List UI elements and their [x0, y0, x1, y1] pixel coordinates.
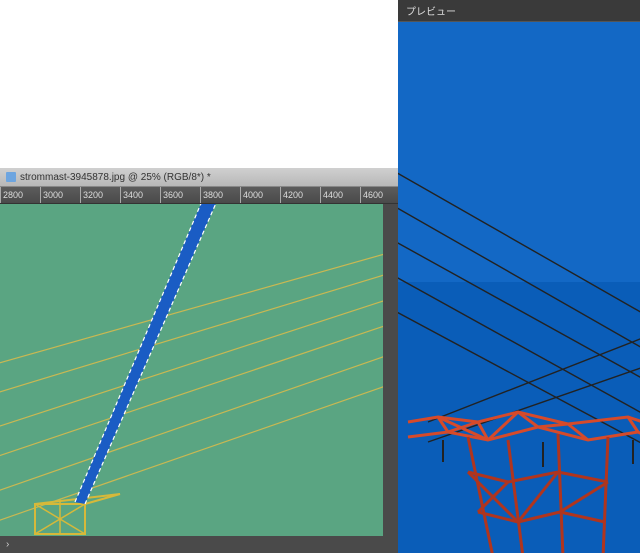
- ruler-tick: 4600: [360, 187, 398, 203]
- ruler-tick: 3200: [80, 187, 120, 203]
- vertical-scrollbar[interactable]: [383, 204, 398, 536]
- canvas-mask-overlay: [0, 204, 383, 536]
- ruler-tick: 4400: [320, 187, 360, 203]
- preview-panel: プレビュー: [398, 0, 640, 553]
- preview-image[interactable]: [398, 22, 640, 553]
- preview-artwork: [398, 22, 640, 553]
- preview-panel-title: プレビュー: [406, 3, 456, 18]
- document-panel: strommast-3945878.jpg @ 25% (RGB/8*) * 2…: [0, 168, 398, 553]
- horizontal-ruler[interactable]: 2800 3000 3200 3400 3600 3800 4000 4200 …: [0, 187, 398, 204]
- document-icon: [6, 172, 16, 182]
- document-tab-label: strommast-3945878.jpg @ 25% (RGB/8*) *: [20, 172, 211, 183]
- ruler-tick: 3400: [120, 187, 160, 203]
- ruler-tick: 3800: [200, 187, 240, 203]
- ruler-tick: 3600: [160, 187, 200, 203]
- ruler-tick: 2800: [0, 187, 40, 203]
- canvas-viewport[interactable]: [0, 204, 383, 536]
- ruler-tick: 4200: [280, 187, 320, 203]
- ruler-tick: 4000: [240, 187, 280, 203]
- status-bar: ›: [0, 536, 398, 553]
- canvas-artwork: [0, 204, 383, 536]
- chevron-right-icon[interactable]: ›: [6, 539, 9, 550]
- workspace-empty-area: [0, 0, 398, 168]
- ruler-tick: 3000: [40, 187, 80, 203]
- document-tab[interactable]: strommast-3945878.jpg @ 25% (RGB/8*) *: [0, 168, 398, 187]
- preview-panel-header[interactable]: プレビュー: [398, 0, 640, 22]
